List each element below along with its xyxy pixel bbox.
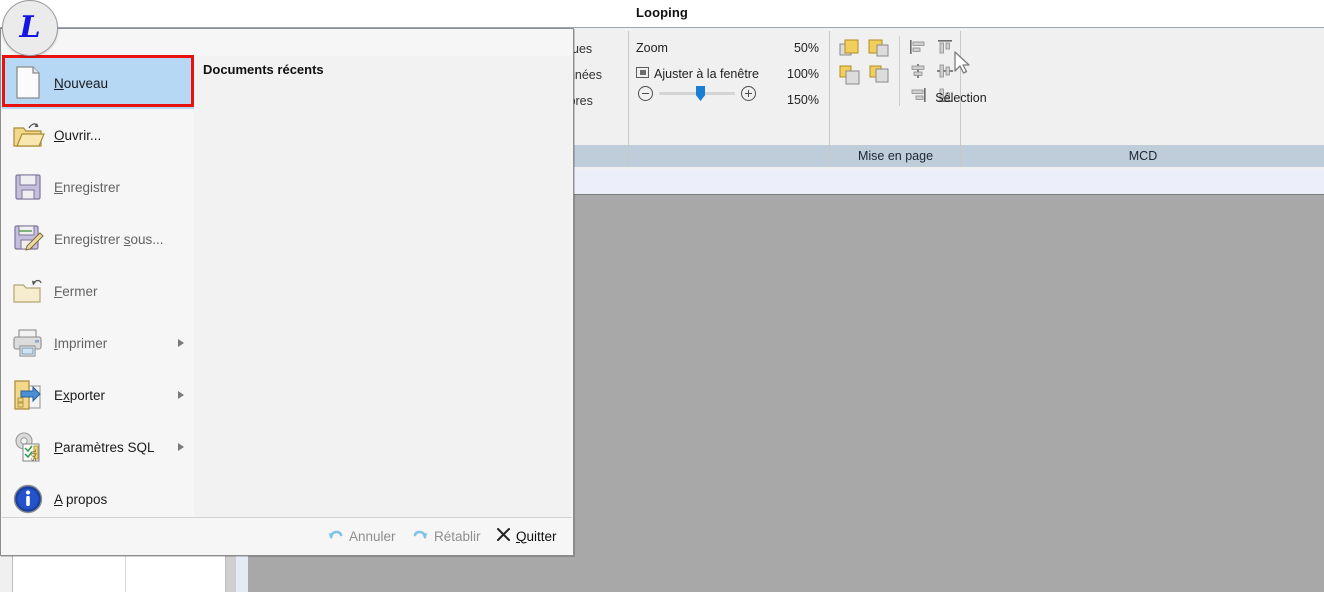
menu-item-ouvrir[interactable]: Ouvrir... bbox=[2, 109, 194, 161]
chevron-right-icon bbox=[178, 339, 184, 347]
fit-to-window-label: Ajuster à la fenêtre bbox=[654, 67, 759, 81]
backstage-topstrip bbox=[2, 30, 572, 56]
tool-selection-label: Sélection bbox=[935, 91, 987, 105]
zoom-in-icon[interactable] bbox=[741, 86, 756, 101]
undo-arrow-icon bbox=[327, 527, 344, 546]
chevron-right-icon bbox=[178, 391, 184, 399]
zoom-label: Zoom bbox=[636, 41, 668, 55]
ribbon-group-label-mise-en-page: Mise en page bbox=[830, 145, 961, 167]
zoom-preset-100[interactable]: 100% bbox=[781, 67, 819, 81]
undo-button[interactable]: Annuler bbox=[327, 524, 396, 548]
new-document-icon bbox=[2, 57, 54, 109]
menu-item-parametres-sql[interactable]: SQL Paramètres SQL bbox=[2, 421, 194, 473]
menu-item-label: Paramètres SQL bbox=[54, 439, 155, 455]
recent-documents-panel: Documents récents bbox=[194, 56, 572, 518]
menu-item-label: A propos bbox=[54, 491, 108, 507]
cut-label-0: ues bbox=[572, 42, 593, 56]
menu-item-label: Nouveau bbox=[54, 75, 109, 91]
bring-forward-icon[interactable] bbox=[865, 37, 892, 61]
ribbon-group-mcd: Sélection ENTITE Entité bbox=[935, 31, 1324, 167]
chevron-right-icon bbox=[178, 443, 184, 451]
undo-label: Annuler bbox=[349, 528, 396, 544]
menu-item-enregistrer: Enregistrer bbox=[2, 161, 194, 213]
recent-documents-header: Documents récents bbox=[194, 56, 572, 86]
open-folder-icon bbox=[2, 109, 54, 161]
file-menu-list: Nouveau Ouvrir... Enregistrer Enregistre… bbox=[2, 56, 195, 518]
align-left-icon[interactable] bbox=[904, 35, 931, 59]
redo-button[interactable]: Rétablir bbox=[412, 524, 481, 548]
ribbon-group-label-mcd: MCD bbox=[961, 145, 1324, 167]
zoom-preset-150[interactable]: 150% bbox=[781, 93, 819, 107]
save-as-icon bbox=[2, 213, 54, 265]
layering-buttons bbox=[836, 37, 892, 87]
close-x-icon bbox=[496, 527, 511, 545]
looping-logo-icon[interactable]: L bbox=[2, 0, 58, 56]
zoom-slider-thumb[interactable] bbox=[696, 86, 705, 101]
close-folder-icon bbox=[2, 265, 54, 317]
send-to-back-icon[interactable] bbox=[836, 63, 863, 87]
export-icon bbox=[2, 369, 54, 421]
align-right-icon[interactable] bbox=[904, 83, 931, 107]
menu-item-label: Fermer bbox=[54, 283, 98, 299]
recent-documents-list[interactable] bbox=[194, 85, 572, 518]
save-floppy-icon bbox=[2, 161, 54, 213]
sql-settings-icon: SQL bbox=[2, 421, 54, 473]
backstage-footer: Annuler Rétablir Quitter bbox=[2, 517, 572, 554]
ribbon-group-zoom: Zoom 50% Ajuster à la fenêtre 100% 150% bbox=[628, 31, 831, 167]
redo-label: Rétablir bbox=[434, 528, 481, 544]
menu-item-imprimer: Imprimer bbox=[2, 317, 194, 369]
menu-item-enregistrer-sous: Enregistrer sous... bbox=[2, 213, 194, 265]
send-backward-icon[interactable] bbox=[865, 63, 892, 87]
window-titlebar: Looping bbox=[0, 0, 1324, 28]
logo-glyph: L bbox=[19, 10, 41, 45]
menu-item-label: Ouvrir... bbox=[54, 127, 102, 143]
file-menu-backstage: Nouveau Ouvrir... Enregistrer Enregistre… bbox=[0, 28, 574, 556]
zoom-preset-50[interactable]: 50% bbox=[781, 41, 819, 55]
cursor-arrow-icon bbox=[931, 35, 991, 91]
ribbon-group-label-zoom bbox=[629, 145, 830, 167]
menu-item-label: Imprimer bbox=[54, 335, 108, 351]
window-title: Looping bbox=[636, 5, 688, 20]
quit-button[interactable]: Quitter bbox=[496, 524, 557, 548]
menu-item-exporter[interactable]: Exporter bbox=[2, 369, 194, 421]
menu-item-label: Exporter bbox=[54, 387, 106, 403]
recent-documents-title: Documents récents bbox=[203, 62, 324, 77]
zoom-slider-row[interactable] bbox=[638, 86, 756, 101]
menu-item-nouveau[interactable]: Nouveau bbox=[2, 57, 194, 109]
fit-to-window-icon bbox=[636, 67, 651, 80]
align-center-horizontal-icon[interactable] bbox=[904, 59, 931, 83]
bring-to-front-icon[interactable] bbox=[836, 37, 863, 61]
menu-item-label: Enregistrer sous... bbox=[54, 231, 164, 247]
quit-label: Quitter bbox=[516, 528, 557, 544]
menu-item-label: Enregistrer bbox=[54, 179, 121, 195]
zoom-out-icon[interactable] bbox=[638, 86, 653, 101]
svg-text:SQL: SQL bbox=[31, 448, 38, 461]
redo-arrow-icon bbox=[412, 527, 429, 546]
layout-group-divider bbox=[899, 36, 900, 106]
tool-selection[interactable]: Sélection bbox=[931, 35, 991, 105]
fit-to-window-button[interactable]: Ajuster à la fenêtre bbox=[636, 67, 759, 81]
zoom-slider-track[interactable] bbox=[659, 86, 735, 101]
printer-icon bbox=[2, 317, 54, 369]
menu-item-fermer: Fermer bbox=[2, 265, 194, 317]
